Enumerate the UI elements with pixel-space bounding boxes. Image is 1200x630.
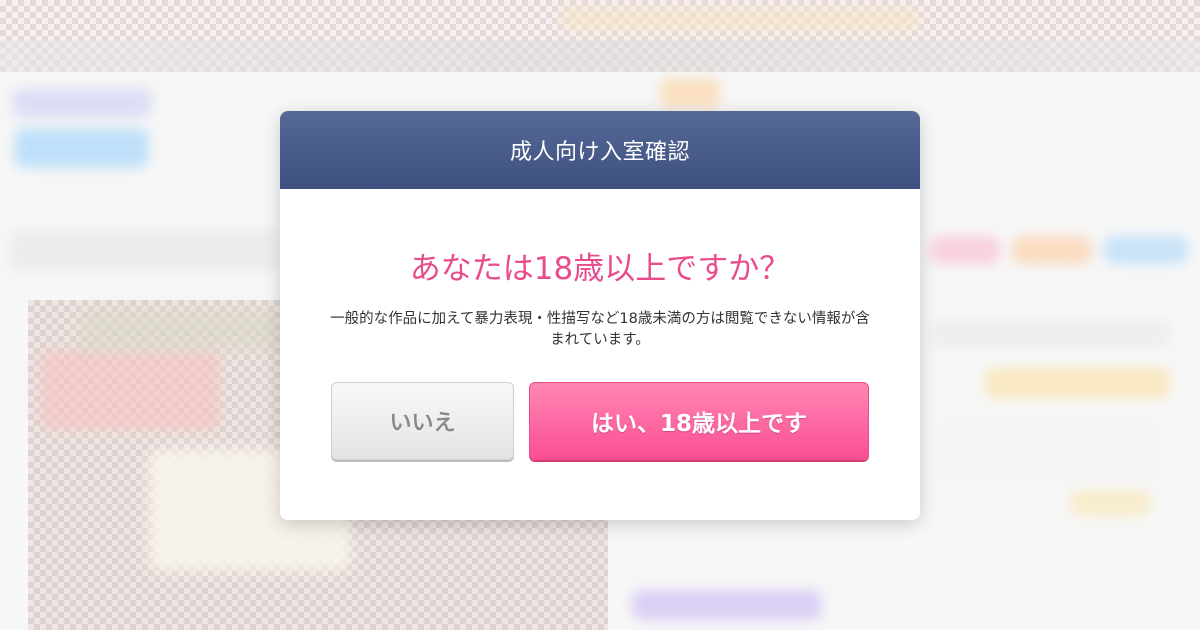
- age-warning-text: 一般的な作品に加えて暴力表現・性描写など18歳未満の方は閲覧できない情報が含まれ…: [330, 311, 870, 348]
- decline-button-label: いいえ: [389, 411, 456, 436]
- dialog-actions: いいえ はい、18歳以上です: [331, 382, 869, 460]
- age-verification-dialog: 成人向け入室確認 あなたは18歳以上ですか？ 一般的な作品に加えて暴力表現・性描…: [280, 111, 920, 520]
- confirm-adult-button-label: はい、18歳以上です: [590, 411, 807, 437]
- dialog-title: 成人向け入室確認: [509, 140, 690, 165]
- dialog-header: 成人向け入室確認: [280, 111, 920, 189]
- age-question: あなたは18歳以上ですか？: [409, 251, 791, 287]
- dialog-body: あなたは18歳以上ですか？ 一般的な作品に加えて暴力表現・性描写など18歳未満の…: [280, 249, 920, 351]
- decline-button[interactable]: いいえ: [331, 382, 514, 460]
- confirm-adult-button[interactable]: はい、18歳以上です: [529, 382, 869, 460]
